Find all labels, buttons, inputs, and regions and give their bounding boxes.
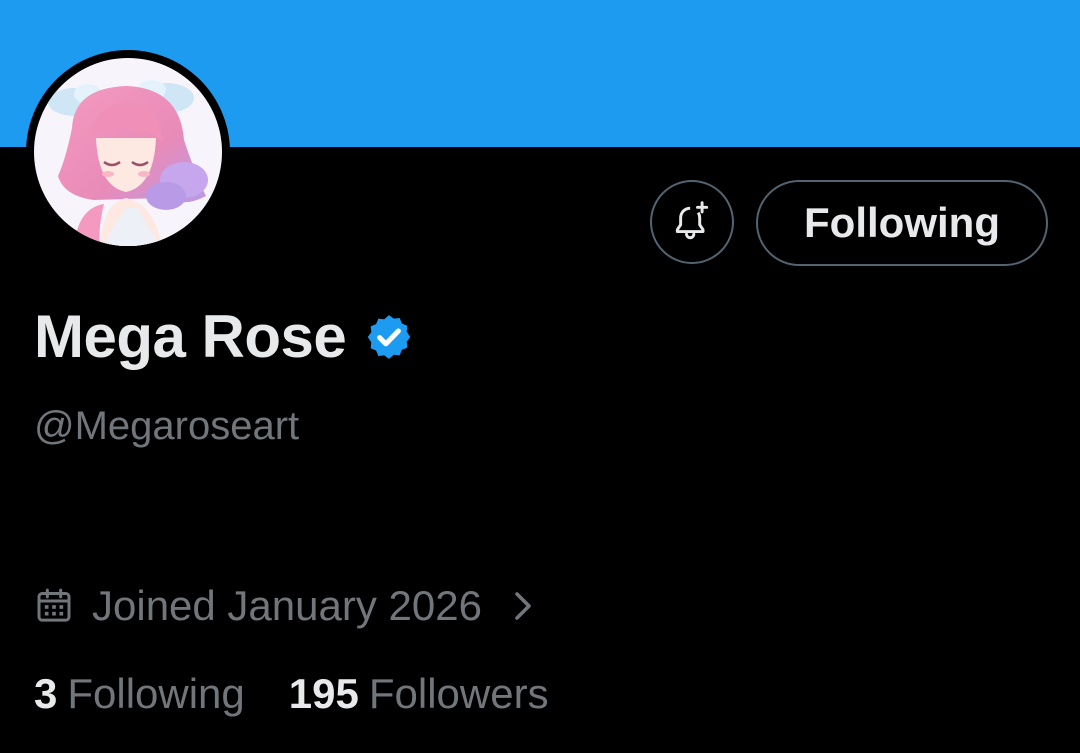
verified-badge-icon[interactable] bbox=[364, 312, 414, 362]
chevron-right-icon bbox=[515, 592, 531, 620]
following-count-link[interactable]: 3 Following bbox=[34, 670, 245, 718]
avatar-image bbox=[34, 58, 222, 246]
joined-date-link[interactable]: Joined January 2026 bbox=[34, 582, 538, 630]
profile-page: Following Mega Rose @Megaroseart Joined … bbox=[0, 0, 1080, 753]
display-name-row: Mega Rose bbox=[34, 302, 414, 371]
following-label: Following bbox=[67, 670, 245, 717]
joined-date-text: Joined January 2026 bbox=[92, 582, 482, 629]
followers-count-link[interactable]: 195 Followers bbox=[289, 670, 549, 718]
user-handle: @Megaroseart bbox=[34, 404, 300, 448]
avatar[interactable] bbox=[26, 50, 230, 254]
follow-stats: 3 Following 195 Followers bbox=[34, 670, 549, 718]
notification-subscribe-button[interactable] bbox=[650, 180, 734, 264]
following-count: 3 bbox=[34, 670, 58, 717]
display-name: Mega Rose bbox=[34, 303, 347, 370]
followers-count: 195 bbox=[288, 670, 359, 717]
followers-label: Followers bbox=[368, 670, 549, 717]
following-button[interactable]: Following bbox=[756, 180, 1048, 266]
bell-plus-icon bbox=[675, 201, 709, 240]
calendar-icon bbox=[37, 588, 71, 622]
